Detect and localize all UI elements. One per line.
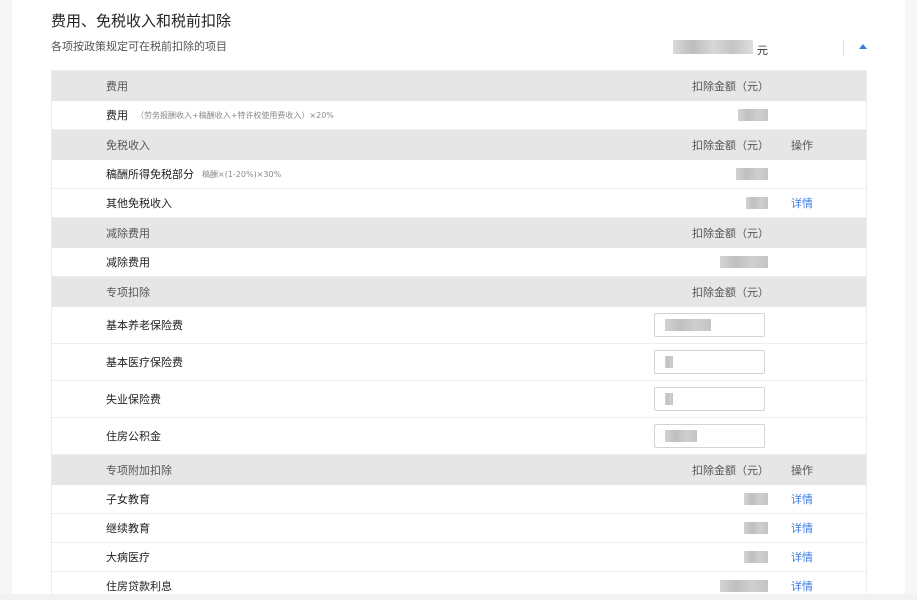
table-row-additional: 大病医疗 详情 (52, 543, 866, 572)
deduction-table: 费用 扣除金额（元） 费用 （劳务报酬收入+稿酬收入+特许权使用费收入）×20%… (51, 70, 867, 600)
table-row-fees: 费用 （劳务报酬收入+稿酬收入+特许权使用费收入）×20% (52, 101, 866, 130)
amount-header: 扣除金额（元） (692, 139, 769, 152)
op-header: 操作 (791, 464, 813, 477)
bottom-edge (0, 594, 917, 600)
table-row-additional: 继续教育 详情 (52, 514, 866, 543)
input-value-redacted (665, 393, 673, 405)
item-label: 基本医疗保险费 (106, 356, 183, 369)
section-label: 专项附加扣除 (106, 464, 172, 477)
divider (843, 40, 844, 56)
item-label: 失业保险费 (106, 393, 161, 406)
table-row-exempt: 稿酬所得免税部分 稿酬×(1-20%)×30% (52, 160, 866, 189)
input-value-redacted (665, 356, 673, 368)
card-subtitle: 各项按政策规定可在税前扣除的项目 (51, 40, 227, 53)
section-header-fees: 费用 扣除金额（元） (52, 71, 866, 101)
section-label: 免税收入 (106, 139, 150, 152)
card-title: 费用、免税收入和税前扣除 (51, 12, 232, 30)
item-note: 稿酬×(1-20%)×30% (202, 169, 282, 179)
table-row-special: 住房公积金 (52, 418, 866, 455)
table-row-additional: 子女教育 详情 (52, 485, 866, 514)
input-value-redacted (665, 430, 697, 442)
amount-input[interactable] (654, 350, 765, 374)
item-label: 继续教育 (106, 522, 150, 535)
amount-redacted (720, 580, 768, 592)
amount-redacted (744, 551, 768, 563)
item-label: 基本养老保险费 (106, 319, 183, 332)
amount-header: 扣除金额（元） (692, 80, 769, 93)
amount-redacted (746, 197, 768, 209)
op-header: 操作 (791, 139, 813, 152)
item-label: 子女教育 (106, 493, 150, 506)
amount-input[interactable] (654, 424, 765, 448)
table-row-special: 基本医疗保险费 (52, 344, 866, 381)
detail-link[interactable]: 详情 (791, 543, 813, 571)
amount-input[interactable] (654, 313, 765, 337)
amount-redacted (744, 522, 768, 534)
table-row-special: 基本养老保险费 (52, 307, 866, 344)
detail-link[interactable]: 详情 (791, 485, 813, 513)
detail-link[interactable]: 详情 (791, 514, 813, 542)
section-label: 减除费用 (106, 227, 150, 240)
item-label: 住房公积金 (106, 430, 161, 443)
amount-header: 扣除金额（元） (692, 227, 769, 240)
item-label: 大病医疗 (106, 551, 150, 564)
table-row-reduction: 减除费用 (52, 248, 866, 277)
total-amount-redacted (673, 40, 753, 54)
item-label: 费用 (106, 109, 128, 122)
amount-header: 扣除金额（元） (692, 286, 769, 299)
total-unit: 元 (757, 44, 768, 57)
item-note: （劳务报酬收入+稿酬收入+特许权使用费收入）×20% (136, 110, 334, 120)
amount-redacted (744, 493, 768, 505)
section-label: 专项扣除 (106, 286, 150, 299)
caret-up-icon[interactable] (857, 41, 869, 53)
amount-header: 扣除金额（元） (692, 464, 769, 477)
detail-link[interactable]: 详情 (791, 189, 813, 217)
amount-input[interactable] (654, 387, 765, 411)
amount-redacted (736, 168, 768, 180)
item-label: 稿酬所得免税部分 (106, 168, 194, 181)
deduction-card: 费用、免税收入和税前扣除 各项按政策规定可在税前扣除的项目 元 费用 扣除金额（… (12, 0, 905, 600)
table-row-exempt: 其他免税收入 详情 (52, 189, 866, 218)
item-label: 减除费用 (106, 256, 150, 269)
amount-redacted (720, 256, 768, 268)
amount-redacted (738, 109, 768, 121)
input-value-redacted (665, 319, 711, 331)
section-header-reduction: 减除费用 扣除金额（元） (52, 218, 866, 248)
section-header-additional: 专项附加扣除 扣除金额（元） 操作 (52, 455, 866, 485)
section-label: 费用 (106, 80, 128, 93)
section-header-exempt: 免税收入 扣除金额（元） 操作 (52, 130, 866, 160)
table-row-special: 失业保险费 (52, 381, 866, 418)
item-label: 其他免税收入 (106, 197, 172, 210)
section-header-special: 专项扣除 扣除金额（元） (52, 277, 866, 307)
